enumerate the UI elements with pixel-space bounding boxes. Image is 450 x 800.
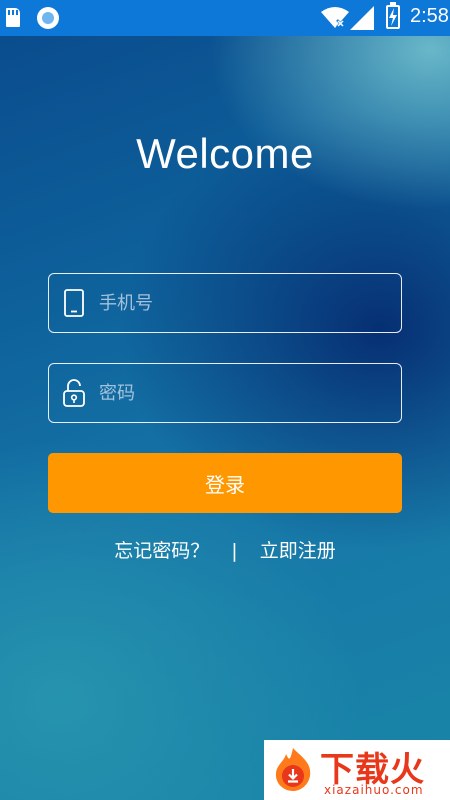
password-field[interactable] [48, 363, 402, 423]
status-bar: 2:58 [0, 0, 450, 36]
status-time: 2:58 [410, 5, 449, 27]
wifi-icon [321, 7, 349, 28]
phone-input[interactable] [99, 274, 401, 332]
phone-field[interactable] [48, 273, 402, 333]
sd-card-icon [6, 8, 20, 27]
register-link[interactable]: 立即注册 [260, 540, 336, 562]
watermark: 下载火 xiazaihuo.com [264, 740, 450, 800]
page-title: Welcome [136, 130, 314, 177]
auth-links: 忘记密码？ | 立即注册 [0, 536, 450, 563]
battery-charging-icon [386, 2, 400, 29]
login-button[interactable]: 登录 [48, 453, 402, 513]
signal-icon [350, 6, 374, 30]
link-separator: | [231, 540, 238, 562]
password-input[interactable] [99, 364, 401, 422]
phone-icon [49, 274, 99, 332]
flame-logo-icon [275, 748, 311, 791]
unlock-icon [49, 364, 99, 422]
watermark-url: xiazaihuo.com [324, 783, 424, 797]
circle-notification-icon [37, 7, 59, 29]
forgot-password-link[interactable]: 忘记密码？ [114, 540, 209, 562]
